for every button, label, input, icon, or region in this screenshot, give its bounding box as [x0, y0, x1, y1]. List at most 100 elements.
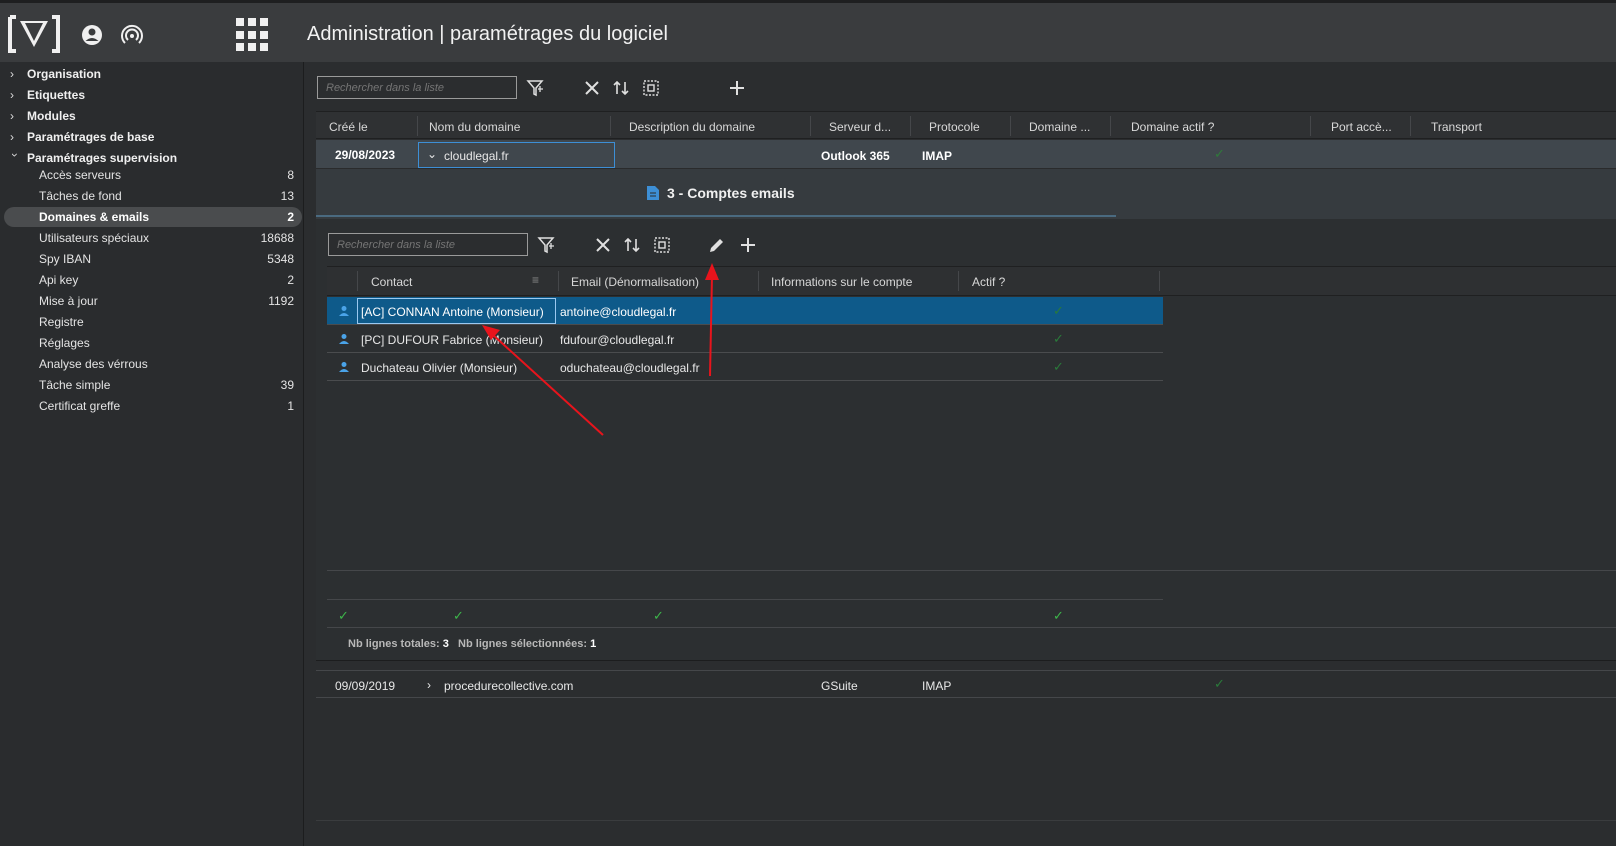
sidebar-group-modules[interactable]: › Modules	[10, 109, 76, 123]
protocol: IMAP	[922, 679, 952, 693]
table-row[interactable]: 29/08/2023 ⌄ cloudlegal.fr Outlook 365 I…	[316, 140, 1616, 169]
document-icon	[647, 186, 659, 200]
column-header[interactable]: Domaine ...	[1029, 120, 1090, 134]
sidebar-item-analyse-verrous[interactable]: Analyse des vérrous	[4, 354, 302, 374]
table-row[interactable]: Duchateau Olivier (Monsieur) oduchateau@…	[327, 353, 1163, 381]
sidebar-item-label: Tâche simple	[39, 378, 111, 392]
sidebar-group-label: Paramétrages supervision	[27, 151, 178, 165]
column-header[interactable]: Description du domaine	[629, 120, 755, 134]
sidebar-group-parametrages-supervision[interactable]: › Paramétrages supervision	[8, 151, 178, 165]
chevron-right-icon: ›	[10, 67, 14, 81]
domains-grid-header: Créé le Nom du domaine Description du do…	[316, 111, 1616, 139]
column-header[interactable]: Nom du domaine	[429, 120, 520, 134]
sidebar-item-spy-iban[interactable]: Spy IBAN 5348	[4, 249, 302, 269]
table-row[interactable]: 09/09/2019 › procedurecollective.com GSu…	[316, 670, 1616, 698]
check-icon: ✓	[1214, 146, 1225, 161]
top-bar: Administration | paramétrages du logicie…	[0, 0, 1616, 62]
sidebar-item-tache-simple[interactable]: Tâche simple 39	[4, 375, 302, 395]
page-title: Administration | paramétrages du logicie…	[307, 23, 668, 45]
detail-title: 3 - Comptes emails	[646, 185, 795, 201]
sidebar-item-count: 18688	[260, 231, 294, 245]
select-all-icon[interactable]	[652, 235, 672, 255]
add-icon[interactable]	[738, 235, 758, 255]
add-icon[interactable]	[727, 78, 747, 98]
user-account-icon[interactable]	[80, 23, 104, 47]
email-address: fdufour@cloudlegal.fr	[560, 333, 675, 347]
column-header[interactable]: Email (Dénormalisation)	[571, 275, 699, 289]
created-date: 29/08/2023	[335, 148, 396, 162]
check-icon: ✓	[1053, 303, 1064, 318]
chevron-down-icon[interactable]: ⌄	[427, 147, 437, 161]
broadcast-icon[interactable]	[120, 23, 144, 47]
clear-icon[interactable]	[582, 78, 602, 98]
total-label: Nb lignes totales:	[348, 638, 440, 650]
sidebar-item-reglages[interactable]: Réglages	[4, 333, 302, 353]
sidebar-item-api-key[interactable]: Api key 2	[4, 270, 302, 290]
select-all-icon[interactable]	[641, 78, 661, 98]
contact-name: [PC] DUFOUR Fabrice (Monsieur)	[361, 333, 544, 347]
column-header[interactable]: Domaine actif ?	[1131, 120, 1214, 134]
row-count-footer: Nb lignes totales: 3 Nb lignes sélection…	[348, 638, 596, 650]
sidebar-item-count: 13	[280, 189, 294, 203]
sort-icon[interactable]	[611, 78, 631, 98]
sidebar-group-organisation[interactable]: › Organisation	[10, 67, 101, 81]
sidebar: › Organisation › Etiquettes › Modules › Para…	[0, 62, 304, 846]
sidebar-item-label: Certificat greffe	[39, 399, 121, 413]
sidebar-item-label: Accès serveurs	[39, 168, 122, 182]
sidebar-item-label: Registre	[39, 315, 84, 329]
column-header[interactable]: Serveur d...	[829, 120, 891, 134]
person-icon	[339, 362, 349, 372]
column-header[interactable]: Transport	[1431, 120, 1482, 134]
detail-title-text: 3 - Comptes emails	[667, 185, 795, 201]
chevron-right-icon: ›	[10, 88, 14, 102]
sidebar-item-certificat-greffe[interactable]: Certificat greffe 1	[4, 396, 302, 416]
server-type: GSuite	[821, 679, 858, 693]
person-icon	[339, 334, 349, 344]
sub-search-input[interactable]	[328, 233, 528, 256]
contact-name: Duchateau Olivier (Monsieur)	[361, 361, 518, 375]
sidebar-item-label: Mise à jour	[39, 294, 98, 308]
sidebar-item-utilisateurs-speciaux[interactable]: Utilisateurs spéciaux 18688	[4, 228, 302, 248]
filter-icon[interactable]	[526, 78, 546, 98]
sidebar-item-count: 39	[280, 378, 294, 392]
divider	[327, 599, 1163, 600]
column-header[interactable]: Informations sur le compte	[771, 275, 912, 289]
clear-icon[interactable]	[593, 235, 613, 255]
sidebar-item-taches-de-fond[interactable]: Tâches de fond 13	[4, 186, 302, 206]
column-menu-icon[interactable]: ≡	[532, 273, 539, 287]
column-header[interactable]: Contact	[371, 275, 412, 289]
sidebar-item-count: 5348	[267, 252, 294, 266]
column-header[interactable]: Actif ?	[972, 275, 1005, 289]
main-search-input[interactable]	[317, 76, 517, 99]
sidebar-item-registre[interactable]: Registre	[4, 312, 302, 332]
column-header[interactable]: Créé le	[329, 120, 368, 134]
protocol: IMAP	[922, 149, 952, 163]
sidebar-group-label: Modules	[27, 109, 76, 123]
divider	[327, 570, 1616, 571]
check-icon: ✓	[1214, 676, 1225, 691]
selected-label: Nb lignes sélectionnées:	[458, 638, 588, 650]
sort-icon[interactable]	[622, 235, 642, 255]
table-row[interactable]: [PC] DUFOUR Fabrice (Monsieur) fdufour@c…	[327, 325, 1163, 353]
sidebar-group-parametrages-base[interactable]: › Paramétrages de base	[10, 130, 154, 144]
column-header[interactable]: Port accè...	[1331, 120, 1392, 134]
sidebar-group-etiquettes[interactable]: › Etiquettes	[10, 88, 85, 102]
table-row[interactable]: [AC] CONNAN Antoine (Monsieur) antoine@c…	[327, 297, 1163, 325]
chevron-right-icon[interactable]: ›	[427, 678, 431, 692]
sidebar-item-mise-a-jour[interactable]: Mise à jour 1192	[4, 291, 302, 311]
accounts-grid-header: Contact ≡ Email (Dénormalisation) Inform…	[327, 266, 1616, 296]
apps-grid-icon[interactable]	[236, 18, 270, 52]
chevron-right-icon: ›	[10, 109, 14, 123]
app-logo[interactable]	[6, 13, 62, 55]
sidebar-item-domaines-emails[interactable]: Domaines & emails 2	[4, 207, 302, 227]
filter-icon[interactable]	[537, 235, 557, 255]
chevron-right-icon: ›	[10, 130, 14, 144]
column-header[interactable]: Protocole	[929, 120, 980, 134]
chevron-down-icon: ›	[8, 153, 22, 157]
sidebar-item-acces-serveurs[interactable]: Accès serveurs 8	[4, 165, 302, 185]
created-date: 09/09/2019	[335, 679, 396, 693]
sidebar-item-count: 2	[287, 273, 294, 287]
check-icon: ✓	[1053, 331, 1064, 346]
sidebar-item-label: Spy IBAN	[39, 252, 92, 266]
edit-pencil-icon[interactable]	[707, 235, 727, 255]
